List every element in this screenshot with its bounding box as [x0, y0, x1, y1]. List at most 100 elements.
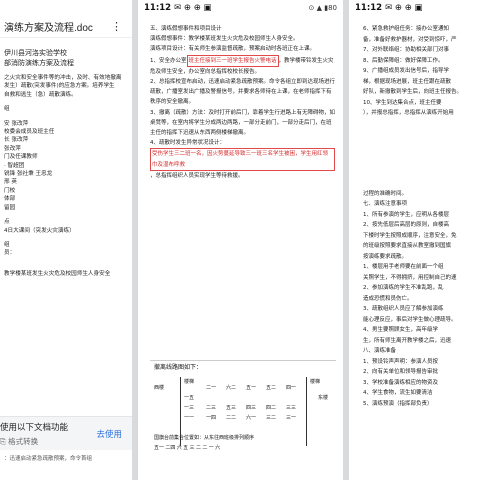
banner-texts: 使用以下文档功能 ⎘ 格式转换	[0, 421, 68, 447]
doc-line: 锐锋 张社秉 王忠龙	[4, 171, 53, 178]
doc-line: 4、学生食物，流生如要清洁	[363, 390, 433, 396]
doc-line: 门及任课教师	[4, 154, 38, 161]
diagram-label: 三一	[286, 415, 297, 421]
doc-line: 4日大课间（突发火灾演练）	[4, 227, 75, 234]
diagram-label: 四三	[246, 405, 257, 411]
diagram-label: 六一	[246, 415, 257, 421]
left-phone-screen: 演练方案及流程.doc ⋮ 伊川县河洛实验学校 部消防演练方案及流程 之火灾和安…	[0, 0, 132, 480]
doc-line: 五、演练假想事件和项目设计	[150, 26, 222, 32]
right-notification-icons: ✉ ⊕ ⊕ ▣	[385, 3, 423, 13]
diagram-label: 东楼	[318, 395, 329, 401]
left-status-bar	[0, 0, 132, 16]
doc-line: 演练项目设计：有关师生参演监督疏散，预案启动时各班正在上课。	[150, 46, 316, 53]
doc-line: 5、演练预演（指挥部负责）	[363, 400, 433, 407]
left-doc-content: 伊川县河洛实验学校 部消防演练方案及流程 之火灾和安全事件等的冲击，及时、有效地…	[0, 38, 132, 278]
right-doc-content: 6、紧急救护组任务：接办公室通知 备，准备好救护器材，对受到惊吓，严 7、对外联…	[349, 16, 480, 409]
doc-line: 点	[4, 219, 10, 226]
doc-line: 9、广播组成员发出信号后，指导学	[363, 68, 450, 74]
diagram-label: 六二	[226, 385, 237, 391]
doc-line: 好队，新撤散到学生后，向班主任报告。	[363, 89, 463, 95]
diagram-label: 楼梯	[310, 379, 321, 385]
left-doc-title: 演练方案及流程.doc	[4, 23, 93, 34]
doc-line: 过程的准确时间。	[363, 190, 408, 197]
doc-line: 的班级按照要求直接从教室撤到国旗	[363, 243, 452, 249]
doc-line: 4、男生要照顾女生，高年级学	[363, 327, 439, 333]
doc-line: 体部	[4, 196, 16, 203]
diagram-title: 撤离线路图如下：	[154, 365, 203, 371]
diagram-label: 五一	[246, 385, 257, 391]
banner-subtitle: ⎘ 格式转换	[0, 436, 39, 446]
mid-doc-content: 五、演练假想事件和项目设计 演练假想事件：教学楼某班发生火灾危及校园师生人身安全…	[138, 16, 343, 181]
doc-line: 8、后勤保障组：做好保障工作。	[363, 57, 444, 64]
doc-line: 邢 英	[4, 179, 17, 186]
diagram-footer: 国旗台前集合位置如：从东往西班级排列顺序	[154, 435, 255, 441]
doc-line: ），并报总指挥，总指挥从演练开始用	[363, 110, 454, 116]
doc-line-red-incident: 受伤学生三二班一名，因火势蔓延导致三一班三名学生被困，学生用红领巾及湿布呼救，总…	[150, 148, 335, 181]
banner-title: 使用以下文档功能	[0, 421, 69, 432]
mid-status-bar: 11:12 ✉ ⊕ ⊕ ▣ ⊙ ▲ ▮80	[138, 0, 343, 16]
doc-line: 4、疏散时发生异常状况设计：	[150, 140, 226, 147]
more-menu-icon[interactable]: ⋮	[111, 20, 122, 33]
doc-line: 长 张改萍	[4, 137, 29, 144]
doc-line: 组	[4, 106, 10, 113]
mid-notification-icons: ✉ ⊕ ⊕ ▣	[174, 3, 212, 13]
diagram-label: 五三	[226, 405, 237, 411]
doc-line: 2、总指挥校宣布启动，迅速启动紧急疏散预案。命令各组立即到达现场进行疏散，广播室…	[150, 79, 335, 106]
doc-line: 3、学校准备演练相应的物资及	[363, 379, 439, 386]
doc-line: 2、按先低层后高层的原则，自楼高	[363, 222, 450, 228]
doc-line: 3、撤离（疏散）方法：及时打开前后门，靠着学生行进路上有无障碍物，如桌凳等，在室…	[150, 109, 335, 137]
format-convert-icon: ⎘	[0, 436, 6, 446]
doc-line: 10、学生到达集合点，班主任要	[363, 99, 442, 106]
diagram-label: 二二	[226, 415, 237, 421]
doc-line: 员：	[4, 250, 16, 257]
doc-line: 组	[4, 241, 10, 248]
doc-line: 八、演练准备	[363, 348, 397, 354]
diagram-label: 二三	[206, 405, 217, 411]
doc-line: 梯，根据现场进展，班主任跟在疏散	[363, 78, 452, 85]
right-phone-screen: 11:12 ✉ ⊕ ⊕ ▣ 6、紧急救护组任务：接办公室通知 备，准备好救护器材…	[349, 0, 480, 480]
doc-line: 七、演练注意事项	[363, 201, 408, 207]
doc-line: 自救和逃生（急）疏散演练。	[4, 91, 77, 98]
doc-line: 1、楼层用手老师要在前面一个组	[363, 264, 444, 270]
doc-line: 3、疏散组织人员应了解参加演练	[363, 306, 444, 312]
doc-line: 能心理反应，事后对学生做心理疏导。	[363, 316, 457, 323]
doc-line: 6、紧急救护组任务：接办公室通知	[363, 26, 450, 32]
doc-line: 关照学生，不得拥挤，用控制自己的速	[363, 274, 457, 281]
doc-line: 生，所有师生离开教学楼之后，迅速	[363, 337, 452, 344]
doc-line: 下楼时学生按照成顺序，注意安全，免	[363, 232, 457, 239]
diagram-label: 四一	[286, 385, 297, 391]
doc-line: 校委会成员及班主任	[4, 129, 55, 136]
diagram-footer: 五一 二四 六 五 三 二 二 一 六	[154, 445, 221, 451]
doc-line: 1、所有参演的学生，应明从各楼层	[363, 211, 450, 218]
doc-line: 之火灾和安全事件等的冲击，及时、有效地撤离	[4, 75, 122, 81]
doc-line: 教学楼某班发生火灾危及校园师生人身安全	[4, 270, 111, 277]
doc-line: 留园	[4, 204, 16, 211]
mid-clock: 11:12	[144, 3, 172, 13]
right-status-bar: 11:12 ✉ ⊕ ⊕ ▣	[349, 0, 480, 16]
doc-line: · 智超团	[4, 162, 25, 169]
diagram-label: 楼梯	[184, 379, 195, 385]
doc-line: 备，准备好救护器材，对受到惊吓，严	[363, 36, 457, 43]
doc-line: 演练假想事件：教学楼某班发生火灾危及校园师生人身安全。	[150, 36, 299, 43]
screenshot-collage: 演练方案及流程.doc ⋮ 伊川县河洛实验学校 部消防演练方案及流程 之火灾和安…	[0, 0, 480, 480]
red-highlight-incident: 受伤学生三二班一名，因火势蔓延导致三一班三名学生被困，学生用红领巾及湿布呼救	[150, 148, 335, 171]
doc-feature-banner[interactable]: 使用以下文档功能 ⎘ 格式转换 去使用	[0, 416, 132, 450]
use-feature-button[interactable]: 去使用	[96, 428, 122, 440]
evacuation-route-diagram: 撤离线路图如下： 西楼 楼梯 一五 一三 一一 二一 二三 六二 五三 四三 五…	[150, 360, 336, 451]
diagram-label: 四二	[266, 405, 277, 411]
diagram-label: 一五	[184, 395, 195, 401]
red-highlight-box: 班主任接到三一班学生报告火警电话	[186, 54, 279, 67]
diagram-label: 一四	[206, 415, 217, 421]
mid-system-icons: ⊙ ▲ ▮80	[308, 4, 337, 12]
doc-line: 部消防演练方案及流程	[4, 59, 74, 67]
diagram-label: 二一	[206, 385, 217, 391]
doc-line: 发生）疏散(突发事件)的应急方案。培养学生	[4, 83, 115, 90]
page-break	[363, 119, 480, 189]
diagram-label: 三三	[286, 405, 297, 411]
doc-line: 7、对外联络组：协助相关部门对事	[363, 47, 450, 53]
diagram-label: 一一	[184, 415, 195, 421]
doc-line: 安 张改萍	[4, 120, 29, 127]
left-bottom-text: ：迅速启动紧急疏散预案，命令首组	[0, 450, 132, 480]
doc-line: 张改萍	[4, 145, 21, 152]
diagram-label: 三二	[266, 415, 277, 421]
